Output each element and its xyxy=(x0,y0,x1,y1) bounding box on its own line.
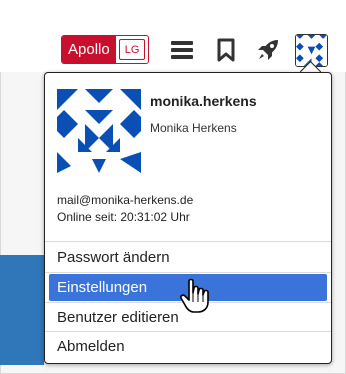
background-image-strip xyxy=(0,255,44,365)
divider xyxy=(45,241,331,242)
user-dropdown-menu: monika.herkens Monika Herkens mail@monik… xyxy=(44,72,332,364)
profile-avatar xyxy=(57,89,141,173)
menu-item-logout[interactable]: Abmelden xyxy=(49,333,327,360)
username: monika.herkens xyxy=(150,93,257,109)
divider xyxy=(45,272,331,273)
online-status: Online seit: 20:31:02 Uhr xyxy=(57,210,190,224)
bookmark-icon[interactable] xyxy=(214,38,238,62)
brand-badge: LG xyxy=(118,39,146,60)
full-name: Monika Herkens xyxy=(150,121,237,135)
app-brand[interactable]: Apollo LG xyxy=(61,35,150,64)
menu-item-change-password[interactable]: Passwort ändern xyxy=(49,244,327,271)
email-address: mail@monika-herkens.de xyxy=(57,193,194,207)
hand-cursor-icon xyxy=(180,278,209,313)
top-bar: Apollo LG xyxy=(0,0,346,72)
rocket-icon[interactable] xyxy=(256,38,280,62)
divider xyxy=(45,331,331,332)
menu-icon[interactable] xyxy=(170,38,194,62)
brand-name: Apollo xyxy=(62,36,116,63)
